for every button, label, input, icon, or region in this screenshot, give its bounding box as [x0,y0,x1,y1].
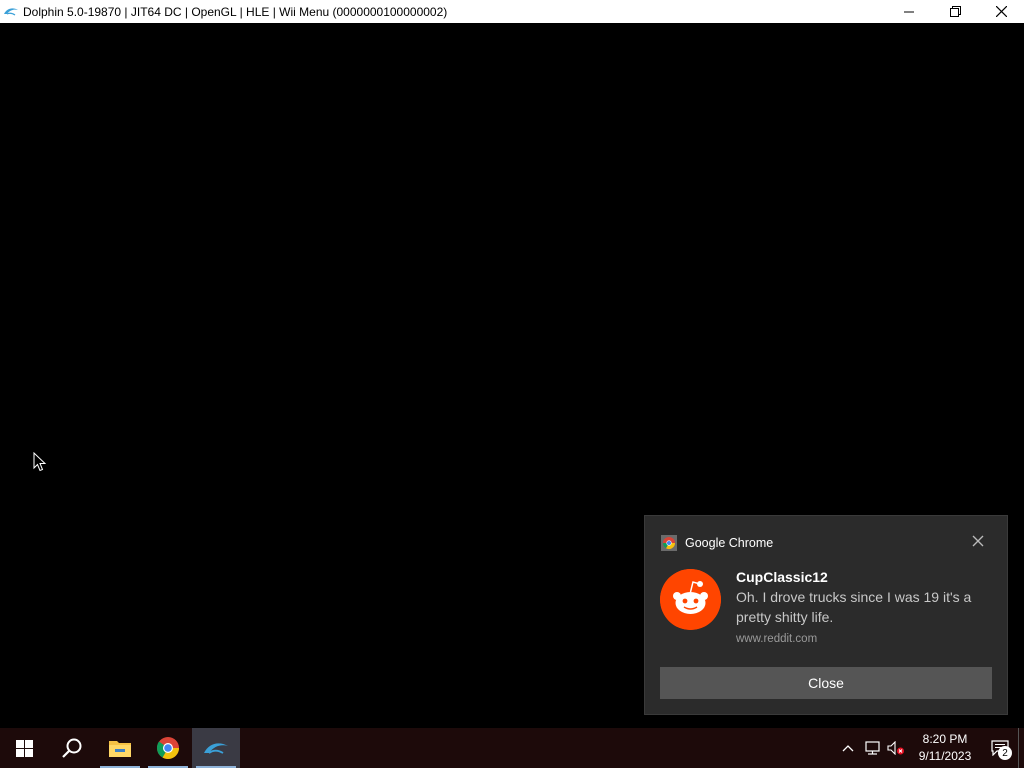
clock-date: 9/11/2023 [918,749,972,763]
chevron-up-icon [842,745,854,752]
network-button[interactable] [860,728,884,768]
window-title: Dolphin 5.0-19870 | JIT64 DC | OpenGL | … [23,4,448,19]
restore-icon [949,6,961,17]
notification-count-badge: 2 [998,746,1012,760]
notification-body: CupClassic12 Oh. I drove trucks since I … [736,568,996,645]
notification-sender: CupClassic12 [736,569,828,585]
dolphin-taskbar-icon [204,743,228,754]
reddit-avatar-icon [660,569,721,630]
mouse-cursor-icon [33,452,47,472]
folder-icon [109,741,131,757]
minimize-icon [904,11,914,12]
action-center-button[interactable]: 2 [982,728,1018,768]
notification-message: Oh. I drove trucks since I was 19 it's a… [736,589,972,625]
taskbar-clock[interactable]: 8:20 PM 9/11/2023 [908,731,982,765]
search-icon [62,738,82,758]
chrome-small-icon [661,535,677,551]
dismiss-notification-icon[interactable] [971,534,985,548]
taskbar-dolphin[interactable] [192,728,240,768]
window-titlebar[interactable]: Dolphin 5.0-19870 | JIT64 DC | OpenGL | … [0,0,1024,23]
volume-button[interactable] [884,728,908,768]
notification-app-name: Google Chrome [685,536,774,550]
start-button[interactable] [0,728,48,768]
search-button[interactable] [48,728,96,768]
close-icon [995,6,1007,17]
show-desktop-button[interactable] [1018,728,1024,768]
show-hidden-icons-button[interactable] [836,728,860,768]
restore-button[interactable] [932,0,978,23]
close-window-button[interactable] [978,0,1024,23]
minimize-button[interactable] [886,0,932,23]
windows-logo-icon [15,739,33,757]
notification-header: Google Chrome [661,535,773,551]
taskbar: 8:20 PM 9/11/2023 2 [0,728,1024,768]
dolphin-icon [4,7,18,16]
system-tray: 8:20 PM 9/11/2023 2 [836,728,1024,768]
notification-source: www.reddit.com [736,633,818,645]
chrome-icon [156,737,179,759]
volume-muted-icon [887,741,904,755]
close-notification-button[interactable]: Close [660,667,992,699]
notification-toast[interactable]: Google Chrome CupClassic12 Oh. I drove t… [644,515,1008,715]
clock-time: 8:20 PM [922,732,968,746]
taskbar-chrome[interactable] [144,728,192,768]
taskbar-file-explorer[interactable] [96,728,144,768]
network-icon [864,741,880,755]
